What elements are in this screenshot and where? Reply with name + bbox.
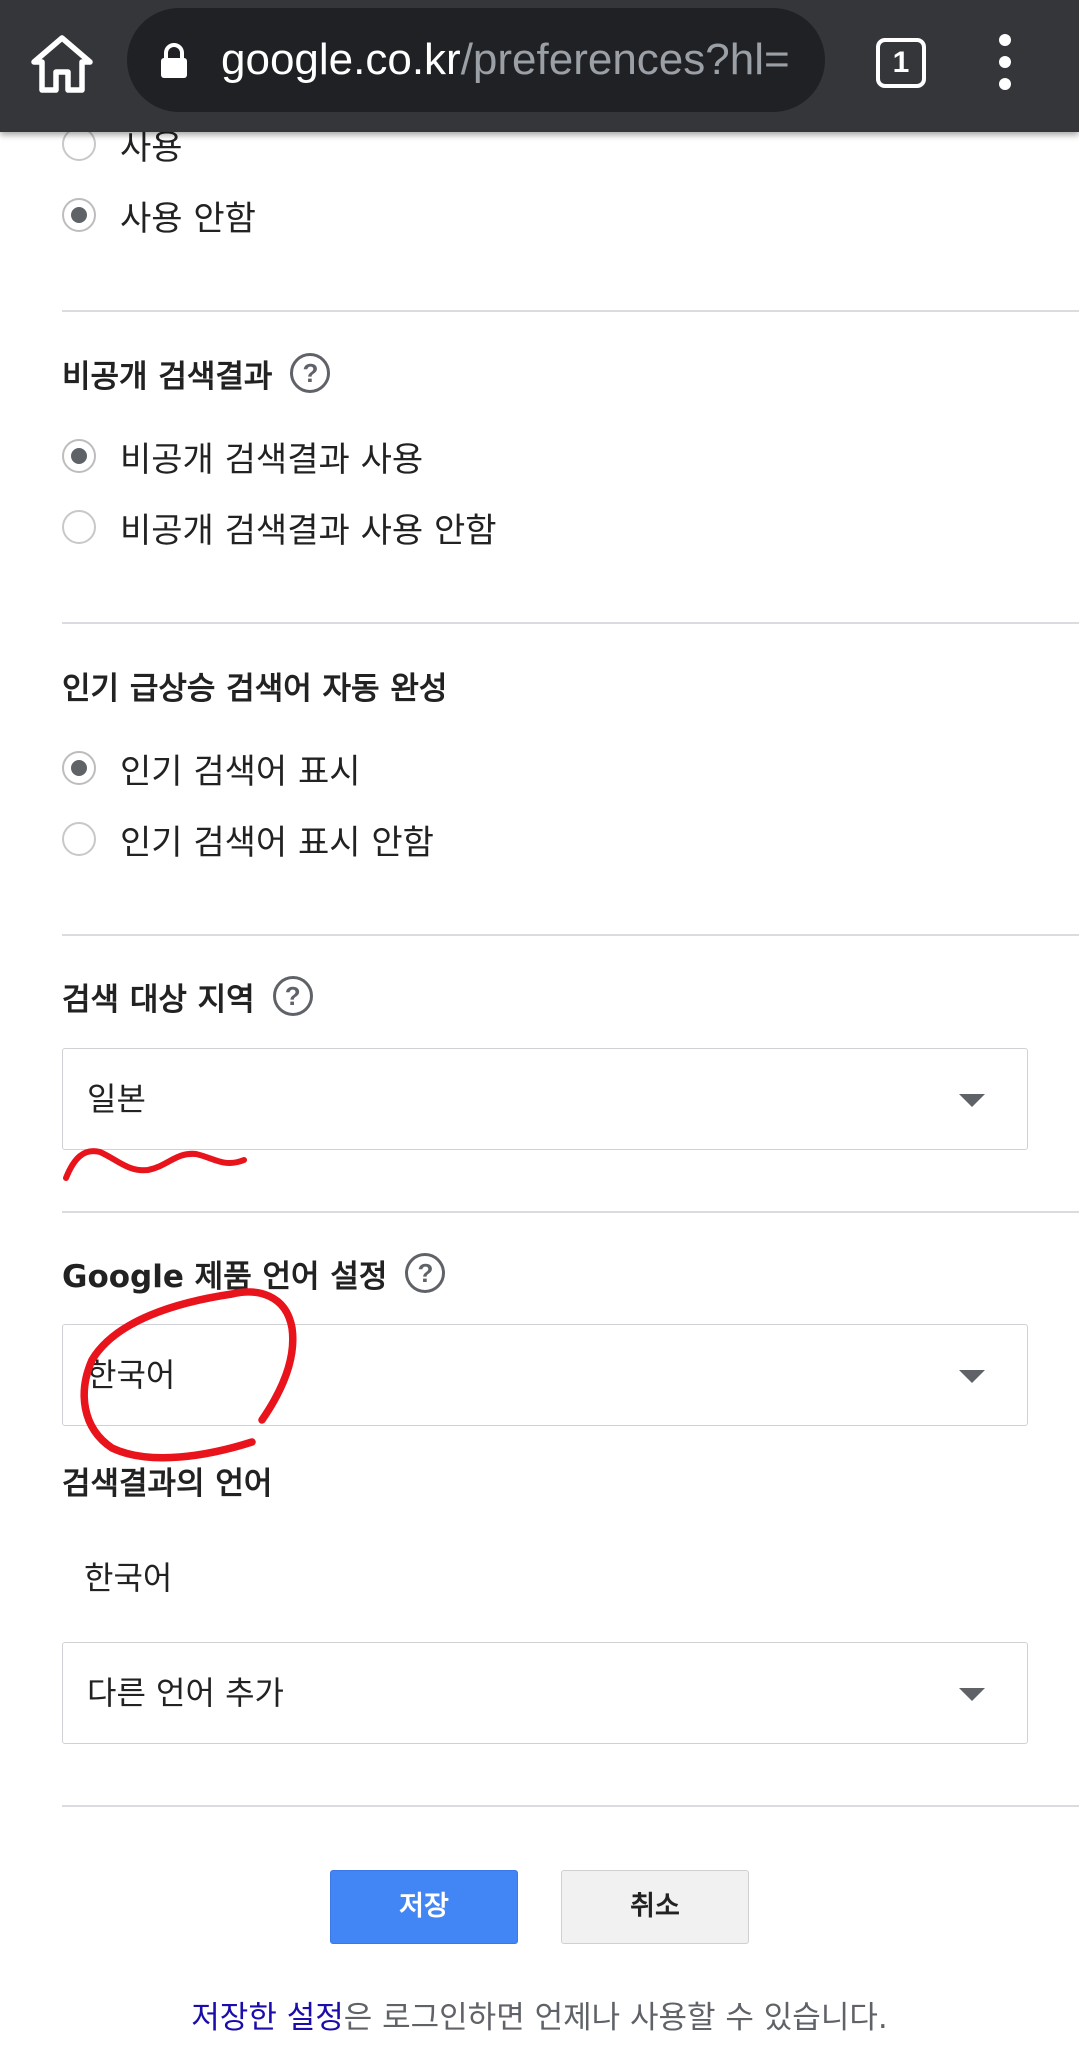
lock-icon — [159, 42, 189, 80]
section-divider — [62, 934, 1079, 936]
section-divider — [62, 1211, 1079, 1213]
section-divider — [62, 1805, 1079, 1807]
select-value: 일본 — [87, 1080, 146, 1118]
radio-option-safesearch-off[interactable]: 사용 안함 — [62, 193, 256, 239]
radio-button[interactable] — [62, 510, 96, 544]
section-title: 인기 급상승 검색어 자동 완성 — [62, 670, 448, 707]
results-language-value: 한국어 — [84, 1559, 173, 1597]
radio-label: 사용 안함 — [120, 198, 256, 239]
section-divider — [62, 310, 1079, 312]
saved-settings-link[interactable]: 저장한 설정 — [191, 2000, 343, 2036]
radio-option-trending-on[interactable]: 인기 검색어 표시 — [62, 746, 361, 792]
section-heading-product-language: Google 제품 언어 설정 ? — [62, 1250, 446, 1296]
help-icon[interactable]: ? — [405, 1253, 446, 1293]
url-path: /preferences?hl= — [460, 35, 790, 84]
section-divider — [62, 622, 1079, 624]
save-button[interactable]: 저장 — [330, 1870, 518, 1944]
url-text: google.co.kr/preferences?hl= — [221, 8, 790, 112]
red-squiggle-underline — [63, 1148, 247, 1181]
radio-button[interactable] — [62, 822, 96, 856]
section-heading-trending: 인기 급상승 검색어 자동 완성 — [62, 662, 447, 708]
cancel-button[interactable]: 취소 — [561, 1870, 749, 1944]
radio-button-selected[interactable] — [62, 198, 96, 232]
url-host: google.co.kr — [221, 35, 461, 84]
address-bar[interactable]: google.co.kr/preferences?hl= — [127, 8, 825, 112]
radio-button-selected[interactable] — [62, 751, 96, 785]
section-heading-results-language: 검색결과의 언어 — [62, 1457, 272, 1503]
dropdown-arrow-icon — [959, 1370, 985, 1383]
footer-text: 은 로그인하면 언제나 사용할 수 있습니다. — [343, 2000, 888, 2036]
radio-button-selected[interactable] — [62, 439, 96, 473]
select-value: 다른 언어 추가 — [87, 1674, 284, 1712]
radio-label: 비공개 검색결과 사용 — [120, 439, 424, 480]
dropdown-arrow-icon — [959, 1688, 985, 1701]
more-vert-icon[interactable] — [990, 34, 1020, 94]
radio-button[interactable] — [62, 127, 96, 161]
section-title: 비공개 검색결과 — [62, 358, 273, 395]
radio-option-private-off[interactable]: 비공개 검색결과 사용 안함 — [62, 505, 497, 551]
add-language-select[interactable]: 다른 언어 추가 — [62, 1642, 1028, 1744]
browser-toolbar: google.co.kr/preferences?hl= 1 — [0, 0, 1079, 132]
product-language-select[interactable]: 한국어 — [62, 1324, 1028, 1426]
dropdown-arrow-icon — [959, 1094, 985, 1107]
red-annotation-overlay — [63, 1148, 297, 1462]
region-select[interactable]: 일본 — [62, 1048, 1028, 1150]
help-icon[interactable]: ? — [290, 353, 331, 393]
help-icon[interactable]: ? — [272, 976, 313, 1016]
select-value: 한국어 — [87, 1356, 176, 1394]
section-title: 검색결과의 언어 — [62, 1465, 273, 1502]
radio-label: 인기 검색어 표시 — [120, 751, 361, 792]
radio-option-trending-off[interactable]: 인기 검색어 표시 안함 — [62, 817, 434, 863]
home-icon[interactable] — [28, 30, 96, 98]
radio-option-private-on[interactable]: 비공개 검색결과 사용 — [62, 434, 424, 480]
tab-switcher-icon[interactable]: 1 — [876, 38, 926, 88]
section-title: 검색 대상 지역 — [62, 981, 255, 1018]
radio-label: 비공개 검색결과 사용 안함 — [120, 510, 497, 551]
section-heading-region: 검색 대상 지역 ? — [62, 973, 313, 1019]
section-heading-private-results: 비공개 검색결과 ? — [62, 350, 331, 396]
radio-label: 인기 검색어 표시 안함 — [120, 822, 434, 863]
section-title: Google 제품 언어 설정 — [62, 1258, 388, 1295]
footer-note: 저장한 설정은 로그인하면 언제나 사용할 수 있습니다. — [0, 1992, 1079, 2037]
